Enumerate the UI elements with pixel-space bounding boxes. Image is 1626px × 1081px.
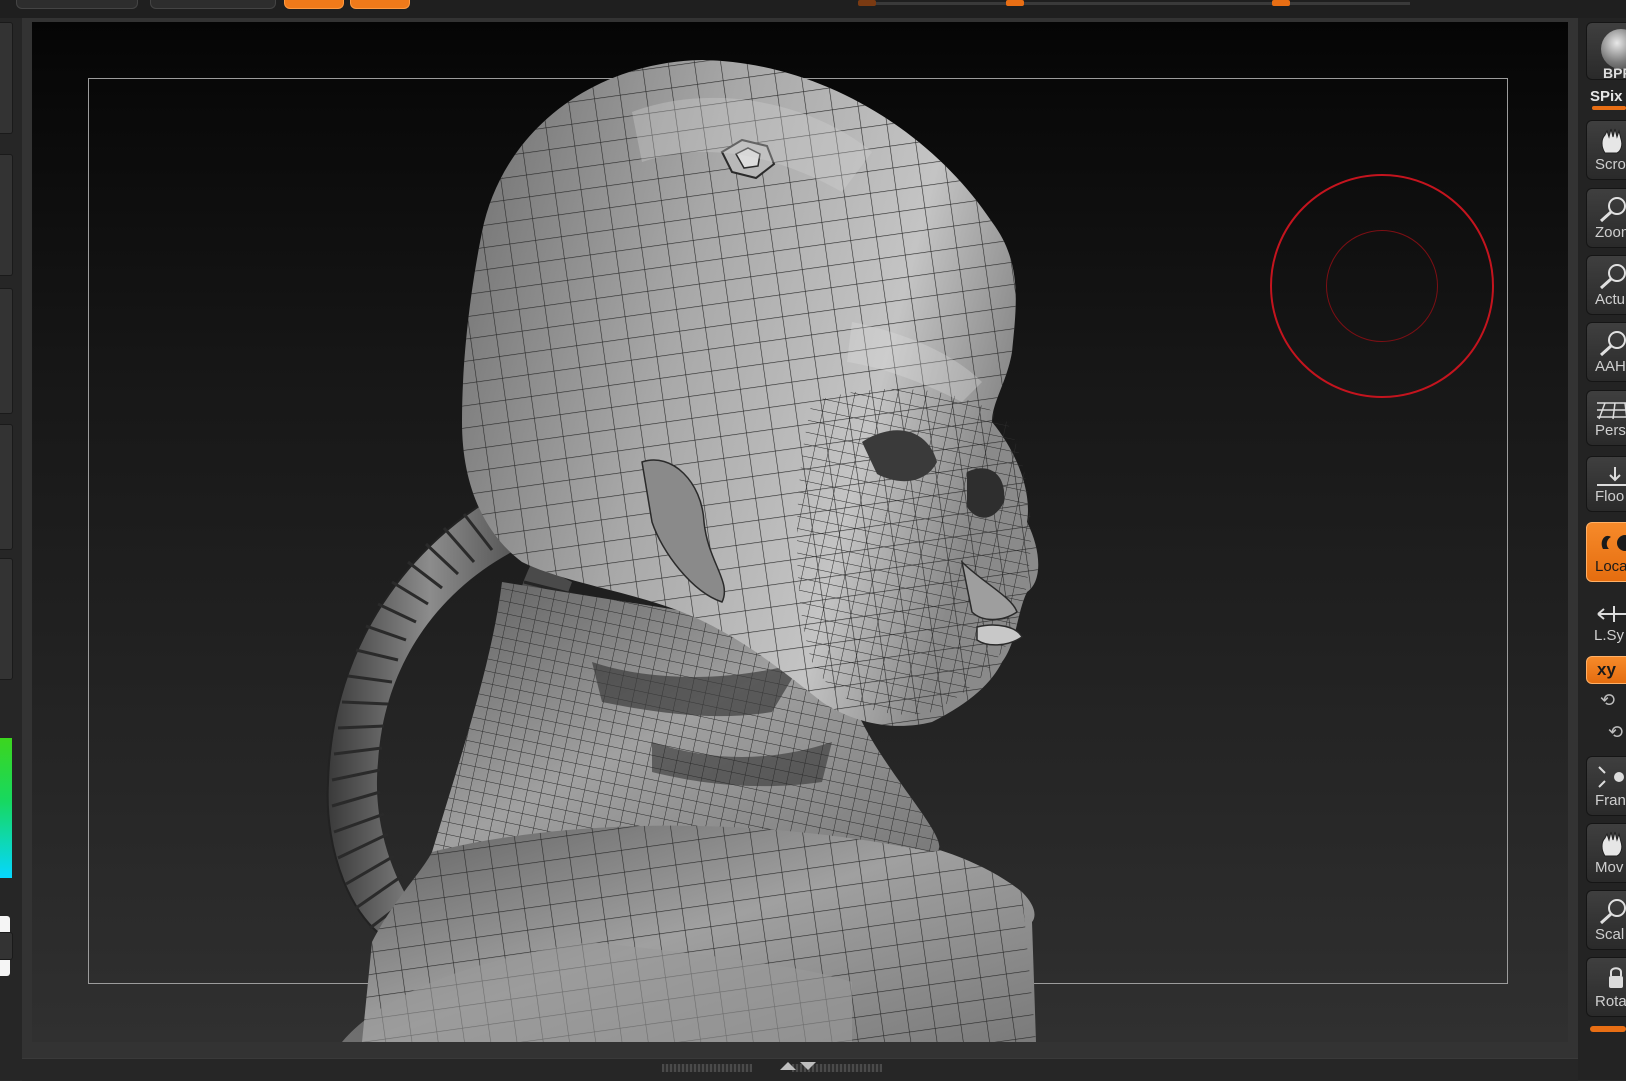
local-symmetry-icon (1601, 535, 1626, 551)
left-shelf-slot[interactable] (0, 932, 13, 960)
scroll-button[interactable]: Scro (1586, 120, 1626, 180)
zoom-button[interactable]: Zoom (1586, 188, 1626, 248)
left-shelf-slot[interactable] (0, 424, 13, 550)
rotate-label: Rota (1595, 993, 1626, 1010)
local-button[interactable]: Loca (1586, 522, 1626, 582)
perspective-grid-icon (1597, 402, 1626, 420)
move-label: Mov (1595, 859, 1624, 876)
left-shelf-slot[interactable] (0, 558, 13, 680)
frame-icon (1598, 766, 1624, 788)
left-shelf-slot[interactable] (0, 288, 13, 414)
zoom-label: Zoom (1595, 224, 1626, 241)
document-canvas[interactable] (32, 22, 1568, 1042)
scroll-label: Scro (1595, 156, 1626, 173)
collapse-arrows-icon[interactable] (778, 1058, 818, 1074)
brush-cursor-inner-ring (1326, 230, 1438, 342)
rotate-lock-icon (1609, 967, 1623, 988)
scale-label: Scal (1595, 926, 1625, 943)
top-menu-button[interactable] (16, 0, 138, 9)
lsym-button[interactable]: L.Sy (1586, 594, 1626, 650)
magnifier-icon (1599, 197, 1626, 223)
top-menu-button[interactable] (150, 0, 276, 9)
top-orange-button[interactable] (284, 0, 344, 9)
frame-label: Fran (1595, 792, 1626, 809)
spix-label: SPix (1590, 88, 1623, 105)
left-shelf (0, 18, 22, 1080)
top-toolbar (0, 0, 1626, 19)
actual-label: Actu (1595, 291, 1626, 308)
hand-icon (1601, 128, 1623, 154)
persp-label: Persp (1595, 422, 1626, 439)
floor-button[interactable]: Floo (1586, 456, 1626, 512)
sculpt-model[interactable] (32, 22, 1568, 1042)
left-shelf-slot[interactable] (0, 154, 13, 276)
floor-label: Floo (1595, 488, 1625, 505)
xyz-label: xy (1597, 660, 1616, 679)
top-orange-button[interactable] (350, 0, 410, 9)
magnifier-icon (1599, 331, 1626, 357)
top-slider-track[interactable] (870, 2, 1410, 5)
magnifier-icon (1599, 264, 1626, 290)
hand-icon (1601, 831, 1623, 857)
aahalf-button[interactable]: AAHa (1586, 322, 1626, 382)
scale-button[interactable]: Scal (1586, 890, 1626, 950)
grip-left (662, 1064, 752, 1072)
shelf-bottom-accent (1590, 1026, 1626, 1032)
lsym-label: L.Sy (1594, 627, 1625, 644)
xyz-button[interactable]: xy (1586, 656, 1626, 684)
bpr-button[interactable]: BPR (1586, 22, 1626, 80)
local-label: Loca (1595, 558, 1626, 575)
frame-button[interactable]: Fran (1586, 756, 1626, 816)
persp-button[interactable]: Persp (1586, 390, 1626, 446)
rotate-button[interactable]: Rota (1586, 957, 1626, 1017)
top-slider-knob[interactable] (858, 0, 876, 6)
top-slider-knob[interactable] (1272, 0, 1290, 6)
magnifier-icon (1599, 899, 1626, 925)
actual-button[interactable]: Actu (1586, 255, 1626, 315)
aahalf-label: AAHa (1595, 358, 1626, 375)
lsym-icon (1597, 606, 1626, 622)
y-rotate-icon[interactable]: ⟲ (1600, 690, 1615, 711)
top-slider-knob[interactable] (1006, 0, 1024, 6)
move-button[interactable]: Mov (1586, 823, 1626, 883)
z-rotate-icon[interactable]: ⟲ (1608, 722, 1623, 743)
color-gradient-swatch[interactable] (0, 738, 12, 878)
spix-slider[interactable] (1592, 106, 1626, 110)
bpr-sphere-icon (1601, 29, 1626, 69)
floor-icon (1597, 467, 1626, 486)
bpr-label: BPR (1603, 65, 1626, 80)
left-shelf-slot[interactable] (0, 22, 13, 134)
